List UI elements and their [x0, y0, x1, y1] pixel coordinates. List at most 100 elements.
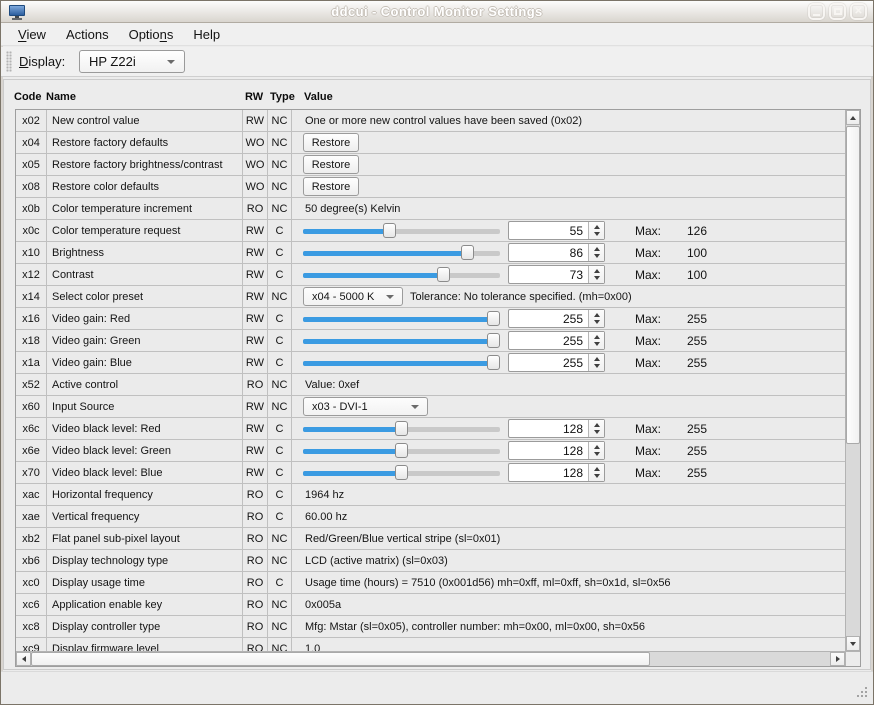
cell-code: x6c: [16, 418, 47, 440]
arrow-left-icon: [22, 656, 26, 662]
feature-slider[interactable]: [303, 242, 500, 264]
feature-value-text: 60.00 hz: [305, 506, 347, 528]
cell-rw: RW: [243, 440, 268, 462]
spin-down-button[interactable]: [594, 342, 600, 346]
spin-up-button[interactable]: [594, 335, 600, 339]
vertical-scrollbar[interactable]: [845, 110, 860, 651]
spin-up-button[interactable]: [594, 467, 600, 471]
feature-spinbox[interactable]: 128: [508, 441, 605, 460]
feature-slider[interactable]: [303, 440, 500, 462]
maximize-button[interactable]: [829, 3, 846, 20]
spin-down-button[interactable]: [594, 254, 600, 258]
restore-button[interactable]: Restore: [303, 177, 359, 196]
spin-down-button[interactable]: [594, 232, 600, 236]
table-row: x0bColor temperature incrementRONC50 deg…: [16, 198, 845, 220]
slider-handle[interactable]: [487, 311, 500, 326]
titlebar[interactable]: ddcui - Control Monitor Settings ✕: [1, 1, 873, 23]
feature-slider[interactable]: [303, 330, 500, 352]
table-row: x52Active controlRONCValue: 0xef: [16, 374, 845, 396]
cell-name: Display usage time: [47, 572, 243, 594]
menu-actions[interactable]: Actions: [56, 24, 119, 45]
table-row: x08Restore color defaultsWONCRestore: [16, 176, 845, 198]
feature-slider[interactable]: [303, 462, 500, 484]
slider-handle[interactable]: [487, 333, 500, 348]
spinbox-buttons: [588, 354, 604, 371]
cell-type: NC: [268, 594, 292, 616]
spin-down-button[interactable]: [594, 474, 600, 478]
feature-slider[interactable]: [303, 264, 500, 286]
spin-down-button[interactable]: [594, 364, 600, 368]
cell-rw: RO: [243, 616, 268, 638]
close-button[interactable]: ✕: [850, 3, 867, 20]
feature-slider[interactable]: [303, 352, 500, 374]
spin-up-button[interactable]: [594, 313, 600, 317]
feature-spinbox[interactable]: 73: [508, 265, 605, 284]
table-row: xaeVertical frequencyROC60.00 hz: [16, 506, 845, 528]
spin-up-button[interactable]: [594, 445, 600, 449]
menu-view[interactable]: View: [8, 24, 56, 45]
feature-value-text: One or more new control values have been…: [305, 110, 582, 132]
menu-help[interactable]: Help: [183, 24, 230, 45]
spin-up-button[interactable]: [594, 225, 600, 229]
cell-name: Active control: [47, 374, 243, 396]
feature-combo[interactable]: x03 - DVI-1: [303, 397, 428, 416]
spin-up-button[interactable]: [594, 357, 600, 361]
feature-spinbox[interactable]: 55: [508, 221, 605, 240]
feature-slider[interactable]: [303, 308, 500, 330]
spin-up-button[interactable]: [594, 269, 600, 273]
restore-button[interactable]: Restore: [303, 133, 359, 152]
spin-down-button[interactable]: [594, 452, 600, 456]
cell-name: Vertical frequency: [47, 506, 243, 528]
cell-rw: RO: [243, 198, 268, 220]
scroll-up-button[interactable]: [846, 110, 860, 125]
slider-handle[interactable]: [395, 443, 408, 458]
spin-up-button[interactable]: [594, 423, 600, 427]
cell-name: Video gain: Blue: [47, 352, 243, 374]
slider-handle[interactable]: [383, 223, 396, 238]
resize-grip[interactable]: [855, 686, 868, 699]
feature-slider[interactable]: [303, 220, 500, 242]
toolbar-drag-handle[interactable]: [6, 51, 12, 72]
spinbox-value: 55: [570, 222, 583, 239]
horizontal-scrollbar-thumb[interactable]: [31, 652, 650, 666]
header-rw: RW: [245, 91, 263, 103]
feature-value-text: Value: 0xef: [305, 374, 359, 396]
table-row: x02New control valueRWNCOne or more new …: [16, 110, 845, 132]
feature-spinbox[interactable]: 255: [508, 309, 605, 328]
cell-value: 73Max:100: [292, 264, 845, 286]
display-selector-combo[interactable]: HP Z22i: [79, 50, 185, 73]
vertical-scrollbar-thumb[interactable]: [846, 126, 860, 444]
minimize-button[interactable]: [808, 3, 825, 20]
spin-down-button[interactable]: [594, 320, 600, 324]
table-row: xb2Flat panel sub-pixel layoutRONCRed/Gr…: [16, 528, 845, 550]
cell-type: NC: [268, 528, 292, 550]
max-label: Max:: [635, 264, 661, 286]
restore-button[interactable]: Restore: [303, 155, 359, 174]
cell-type: NC: [268, 616, 292, 638]
slider-handle[interactable]: [395, 465, 408, 480]
slider-handle[interactable]: [437, 267, 450, 282]
feature-combo[interactable]: x04 - 5000 K: [303, 287, 403, 306]
feature-spinbox[interactable]: 255: [508, 331, 605, 350]
slider-handle[interactable]: [461, 245, 474, 260]
table-row: x10BrightnessRWC86Max:100: [16, 242, 845, 264]
slider-handle[interactable]: [395, 421, 408, 436]
scroll-right-button[interactable]: [830, 652, 845, 666]
slider-handle[interactable]: [487, 355, 500, 370]
menu-options[interactable]: Options: [119, 24, 184, 45]
feature-value-text: Red/Green/Blue vertical stripe (sl=0x01): [305, 528, 500, 550]
feature-slider[interactable]: [303, 418, 500, 440]
table-row: x6eVideo black level: GreenRWC128Max:255: [16, 440, 845, 462]
horizontal-scrollbar[interactable]: [16, 651, 845, 666]
spin-down-button[interactable]: [594, 430, 600, 434]
spin-up-button[interactable]: [594, 247, 600, 251]
feature-spinbox[interactable]: 128: [508, 463, 605, 482]
spin-down-button[interactable]: [594, 276, 600, 280]
feature-spinbox[interactable]: 86: [508, 243, 605, 262]
cell-rw: WO: [243, 154, 268, 176]
scroll-down-button[interactable]: [846, 636, 860, 651]
feature-spinbox[interactable]: 255: [508, 353, 605, 372]
scroll-left-button[interactable]: [16, 652, 31, 666]
feature-spinbox[interactable]: 128: [508, 419, 605, 438]
cell-code: x04: [16, 132, 47, 154]
